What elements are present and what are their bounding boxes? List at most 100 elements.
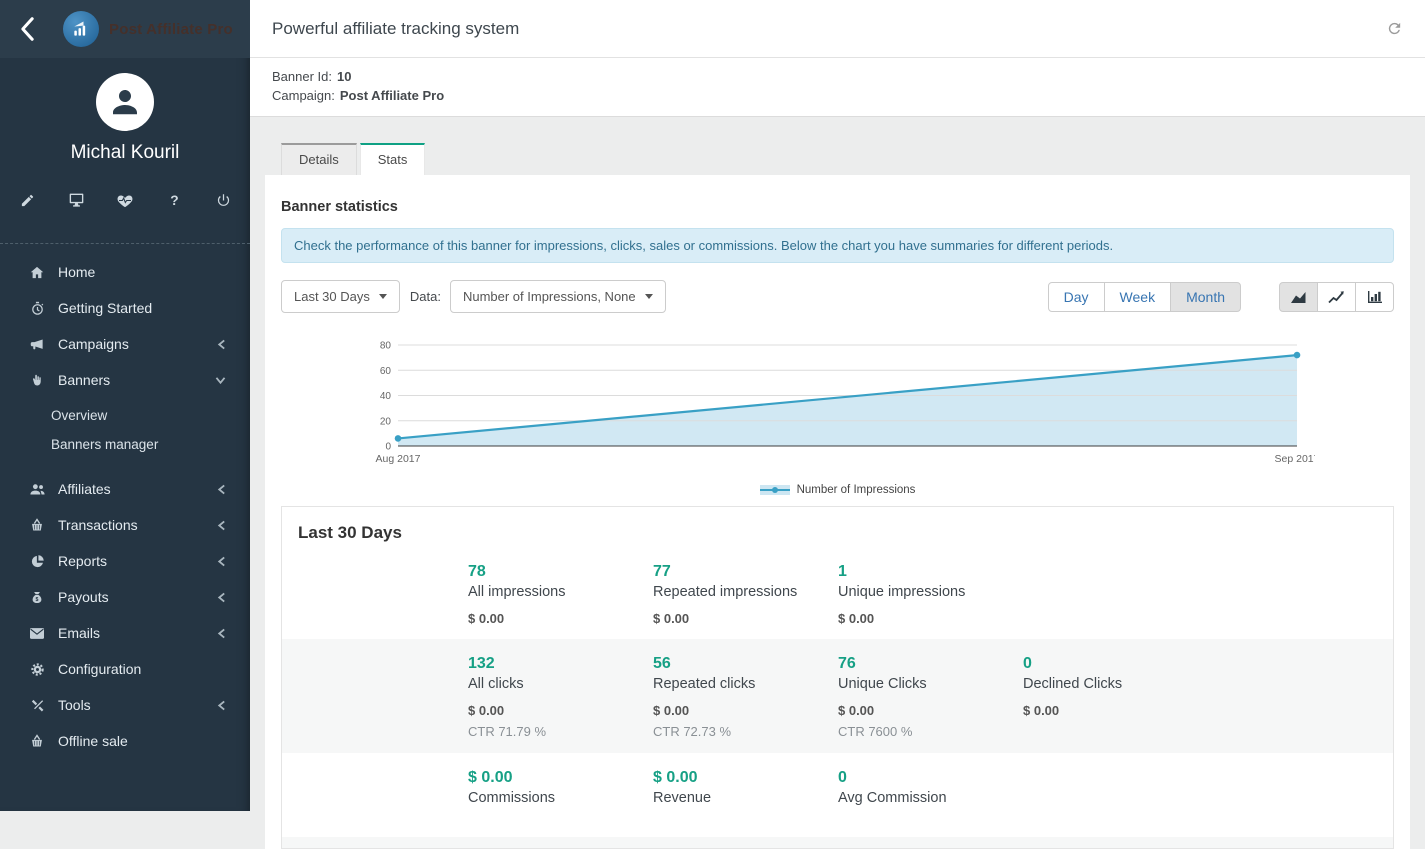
stat-ctr: CTR 72.73 % [653, 723, 838, 741]
basket-icon [28, 734, 46, 749]
stat-value: 132 [468, 653, 653, 674]
app-logo-text: Post Affiliate Pro [109, 21, 233, 38]
banner-info: Banner Id:10 Campaign:Post Affiliate Pro [250, 58, 1425, 117]
stat-repeated-clicks: 56Repeated clicks$ 0.00CTR 72.73 % [653, 653, 838, 741]
summary-row: $ 0.00Commissions$ 0.00Revenue0Avg Commi… [282, 753, 1393, 828]
sidebar-item-label: Configuration [58, 661, 226, 677]
tools-icon [28, 698, 46, 713]
sidebar-item-configuration[interactable]: Configuration [0, 651, 250, 687]
stat-value: 0 [1023, 653, 1208, 674]
stat-value: 77 [653, 561, 838, 582]
sidebar-item-label: Tools [58, 697, 217, 713]
period-dropdown[interactable]: Last 30 Days [281, 280, 400, 313]
stat-label: Commissions [468, 788, 653, 808]
stats-card: Banner statistics Check the performance … [265, 175, 1410, 849]
sidebar-item-tools[interactable]: Tools [0, 687, 250, 723]
svg-text:?: ? [170, 193, 178, 208]
svg-text:Aug 2017: Aug 2017 [376, 453, 421, 465]
user-name: Michal Kouril [0, 142, 250, 164]
sidebar-item-label: Campaigns [58, 336, 217, 352]
sidebar-item-payouts[interactable]: $Payouts [0, 579, 250, 615]
chart-type-bar-button[interactable] [1355, 282, 1394, 312]
sidebar-submenu: OverviewBanners manager [0, 398, 250, 471]
campaign-line: Campaign:Post Affiliate Pro [272, 86, 1403, 105]
chart-type-area-button[interactable] [1279, 282, 1318, 312]
chart-controls: DayWeekMonth [1048, 282, 1394, 312]
sidebar-item-label: Affiliates [58, 481, 217, 497]
sidebar-item-label: Home [58, 264, 226, 280]
granularity-month-button[interactable]: Month [1170, 282, 1241, 312]
top-header: Powerful affiliate tracking system [250, 0, 1425, 58]
stat-value: $ 0.00 [653, 767, 838, 788]
legend-label: Number of Impressions [797, 484, 916, 496]
sidebar-subitem-overview[interactable]: Overview [0, 401, 250, 430]
sidebar-header: Post Affiliate Pro [0, 0, 250, 58]
period-dropdown-label: Last 30 Days [294, 289, 370, 304]
stopwatch-icon [28, 301, 46, 316]
stat-label: All clicks [468, 674, 653, 694]
chevron-down-icon [645, 294, 653, 299]
row-spacer [282, 561, 468, 627]
sidebar-subitem-banners-manager[interactable]: Banners manager [0, 430, 250, 459]
sidebar-item-label: Reports [58, 553, 217, 569]
power-icon[interactable] [214, 191, 232, 209]
main-area: Powerful affiliate tracking system Banne… [250, 0, 1425, 849]
tab-bar: DetailsStats [281, 143, 1410, 175]
data-dropdown-label: Number of Impressions, None [463, 289, 636, 304]
refresh-icon[interactable] [1386, 20, 1403, 37]
granularity-day-button[interactable]: Day [1048, 282, 1105, 312]
hand-pointer-icon [28, 373, 46, 388]
data-dropdown[interactable]: Number of Impressions, None [450, 280, 666, 313]
sidebar-item-label: Transactions [58, 517, 217, 533]
stat-label: Repeated clicks [653, 674, 838, 694]
stat-value: 78 [468, 561, 653, 582]
pencil-icon[interactable] [18, 191, 36, 209]
chevron-left-icon [217, 339, 226, 350]
back-icon[interactable] [20, 16, 35, 42]
sidebar-item-banners[interactable]: Banners [0, 362, 250, 398]
area-chart-icon [1290, 291, 1307, 307]
sidebar-item-label: Offline sale [58, 733, 226, 749]
data-label: Data: [410, 289, 441, 304]
sidebar-item-label: Emails [58, 625, 217, 641]
app-logo-icon [63, 11, 99, 47]
sidebar-item-transactions[interactable]: Transactions [0, 507, 250, 543]
stat-money: $ 0.00 [1023, 702, 1208, 719]
stat-money: $ 0.00 [838, 702, 1023, 719]
pie-chart-icon [28, 554, 46, 569]
sidebar-item-label: Getting Started [58, 300, 226, 316]
sidebar-item-home[interactable]: Home [0, 254, 250, 290]
stat-label: Unique Clicks [838, 674, 1023, 694]
sidebar-item-offline-sale[interactable]: Offline sale [0, 723, 250, 759]
stat-label: Declined Clicks [1023, 674, 1208, 694]
stat-commissions: $ 0.00Commissions [468, 767, 653, 816]
granularity-week-button[interactable]: Week [1104, 282, 1172, 312]
stat-ctr: CTR 7600 % [838, 723, 1023, 741]
tab-details[interactable]: Details [281, 143, 357, 175]
tab-stats[interactable]: Stats [360, 143, 426, 175]
line-chart-icon [1328, 291, 1345, 307]
stat-label: Revenue [653, 788, 838, 808]
sidebar-item-campaigns[interactable]: Campaigns [0, 326, 250, 362]
page-title: Powerful affiliate tracking system [272, 19, 519, 39]
avatar[interactable] [96, 73, 154, 131]
chart-type-line-button[interactable] [1317, 282, 1356, 312]
users-icon [28, 482, 46, 497]
stat-all-clicks: 132All clicks$ 0.00CTR 71.79 % [468, 653, 653, 741]
summary-rows: 78All impressions$ 0.0077Repeated impres… [282, 547, 1393, 828]
chart-legend: Number of Impressions [281, 484, 1394, 496]
sidebar-item-getting-started[interactable]: Getting Started [0, 290, 250, 326]
stat-label: Repeated impressions [653, 582, 838, 602]
stat-declined-clicks: 0Declined Clicks $ 0.00 [1023, 653, 1208, 741]
heartbeat-icon[interactable] [116, 191, 134, 209]
area-chart: 020406080Aug 2017Sep 2017 [360, 339, 1315, 479]
question-icon[interactable]: ? [165, 191, 183, 209]
sidebar-item-emails[interactable]: Emails [0, 615, 250, 651]
banner-id-value: 10 [337, 69, 351, 84]
gear-icon [28, 662, 46, 677]
chevron-left-icon [217, 592, 226, 603]
sidebar-item-affiliates[interactable]: Affiliates [0, 471, 250, 507]
sidebar-item-label: Payouts [58, 589, 217, 605]
monitor-icon[interactable] [67, 191, 85, 209]
sidebar-item-reports[interactable]: Reports [0, 543, 250, 579]
